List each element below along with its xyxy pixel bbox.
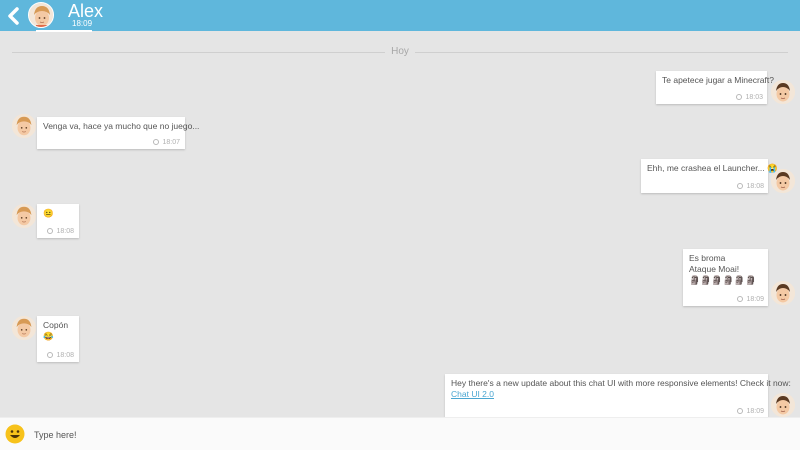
user-avatar-icon xyxy=(771,169,795,193)
message-bubble-outgoing[interactable]: Es broma Ataque Moai! 🗿🗿🗿🗿🗿🗿 18:09 xyxy=(683,249,768,306)
contact-avatar[interactable] xyxy=(28,2,54,28)
my-avatar xyxy=(771,281,795,305)
message-bubble-outgoing[interactable]: Hey there's a new update about this chat… xyxy=(445,374,791,417)
user-avatar-icon xyxy=(771,80,795,104)
my-avatar xyxy=(771,169,795,193)
message-timestamp: 18:09 xyxy=(737,408,764,415)
emoji-picker-button[interactable] xyxy=(5,424,25,444)
tears-of-joy-emoji: 😂 xyxy=(43,331,54,341)
neutral-face-emoji: 😐 xyxy=(43,208,54,218)
user-avatar-icon xyxy=(771,393,795,417)
message-timestamp: 18:07 xyxy=(153,139,180,146)
day-separator-label: Hoy xyxy=(385,46,415,57)
message-line: Es broma xyxy=(689,253,726,263)
clock-icon xyxy=(737,408,744,414)
contact-avatar-icon xyxy=(12,114,36,138)
clock-icon xyxy=(737,183,744,189)
contact-message-avatar xyxy=(12,204,36,228)
message-text: Ehh, me crashea el Launcher... 😭 xyxy=(647,163,778,173)
message-timestamp: 18:03 xyxy=(736,94,763,101)
contact-message-avatar xyxy=(12,316,36,340)
contact-avatar-icon xyxy=(12,204,36,228)
message-text: Hey there's a new update about this chat… xyxy=(451,378,791,388)
contact-avatar-icon xyxy=(29,3,53,27)
contact-avatar-icon xyxy=(12,316,36,340)
chevron-left-icon xyxy=(8,7,19,25)
clock-icon xyxy=(47,228,54,234)
my-avatar xyxy=(771,393,795,417)
clock-icon xyxy=(47,352,54,358)
message-bubble-incoming[interactable]: 😐 18:08 xyxy=(37,204,79,238)
my-avatar xyxy=(771,80,795,104)
message-bubble-incoming[interactable]: Venga va, hace ya mucho que no juego... … xyxy=(37,117,200,149)
message-bubble-outgoing[interactable]: Te apetece jugar a Minecraft? 18:03 xyxy=(656,71,774,104)
message-list[interactable]: Hoy Te apetece jugar a Minecraft? 18:03 … xyxy=(0,31,800,417)
clock-icon xyxy=(736,94,743,100)
back-button[interactable] xyxy=(5,5,23,27)
message-bubble-incoming[interactable]: Copón 😂 18:08 xyxy=(37,316,79,362)
message-timestamp: 18:09 xyxy=(737,296,764,303)
user-avatar-icon xyxy=(771,281,795,305)
message-text: Copón xyxy=(43,320,69,330)
smiley-icon xyxy=(5,424,25,444)
message-text: Venga va, hace ya mucho que no juego... xyxy=(43,121,200,131)
last-seen-time: 18:09 xyxy=(72,19,93,28)
message-timestamp: 18:08 xyxy=(737,183,764,190)
message-bubble-outgoing[interactable]: Ehh, me crashea el Launcher... 😭 18:08 xyxy=(641,159,778,193)
message-composer xyxy=(0,417,800,450)
message-text: Te apetece jugar a Minecraft? xyxy=(662,75,774,85)
message-timestamp: 18:08 xyxy=(47,228,74,235)
clock-icon xyxy=(737,296,744,302)
chat-header: Alex 18:09 xyxy=(0,0,800,32)
contact-message-avatar xyxy=(12,114,36,138)
chat-ui-link[interactable]: Chat UI 2.0 xyxy=(451,389,494,399)
message-timestamp: 18:08 xyxy=(47,352,74,359)
clock-icon xyxy=(153,139,160,145)
message-input[interactable] xyxy=(34,426,774,444)
moai-emoji-row: 🗿🗿🗿🗿🗿🗿 xyxy=(689,275,757,285)
message-line: Ataque Moai! xyxy=(689,264,740,274)
